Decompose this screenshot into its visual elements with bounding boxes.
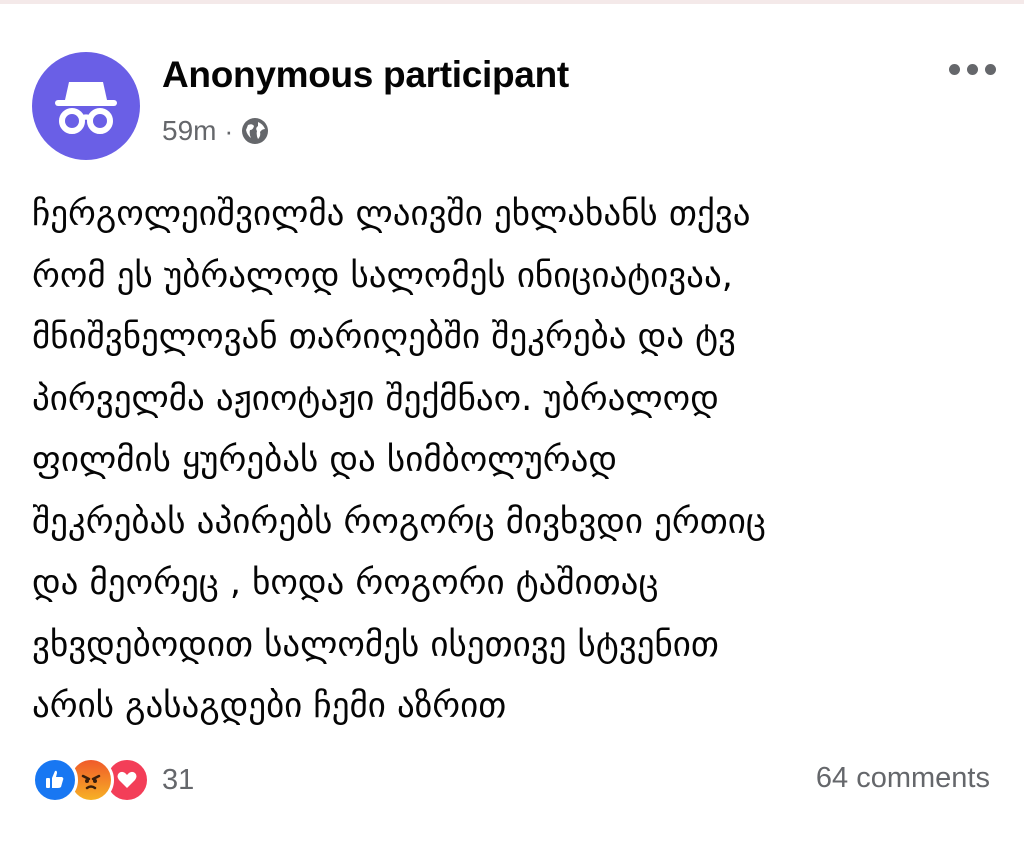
post-line: და მეორეც , ხოდა როგორი ტაშითაც (32, 563, 659, 603)
post-line: არის გასაგდები ჩემი აზრით (32, 686, 507, 726)
more-dot (967, 64, 978, 75)
more-options-button[interactable] (949, 64, 996, 75)
post-line: ჩერგოლეიშვილმა ლაივში ეხლახანს თქვა (32, 194, 751, 234)
author-name[interactable]: Anonymous participant (162, 54, 569, 96)
like-icon (32, 757, 78, 803)
post-line: ვხვდებოდით სალომეს ისეთივე სტვენით (32, 624, 719, 665)
comments-count-link[interactable]: 64 comments (816, 762, 990, 795)
meta-separator: · (224, 115, 234, 146)
more-dot (985, 64, 996, 75)
post-line: შეკრებას აპირებს როგორც მივხვდი ერთიც (32, 501, 766, 542)
more-dot (949, 64, 960, 75)
avatar[interactable] (32, 52, 140, 160)
top-divider (0, 0, 1024, 24)
post-body: ჩერგოლეიშვილმა ლაივში ეხლახანს თქვა რომ … (32, 184, 1002, 738)
reactions-summary[interactable]: 31 (32, 757, 195, 803)
post-time[interactable]: 59m (162, 115, 216, 147)
post-line: რომ ეს უბრალოდ სალომეს ინიციატივაა, (32, 255, 733, 296)
post-line: ფილმის ყურებას და სიმბოლურად (32, 440, 618, 480)
globe-icon (242, 118, 269, 144)
post-meta: 59m · (162, 113, 269, 149)
reaction-count: 31 (162, 763, 195, 796)
incognito-icon (55, 82, 117, 134)
post-line: მნიშვნელოვან თარიღებში შეკრება და ტვ (32, 317, 736, 357)
post-line: პირველმა აჟიოტაჟი შექმნაო. უბრალოდ (32, 378, 719, 419)
